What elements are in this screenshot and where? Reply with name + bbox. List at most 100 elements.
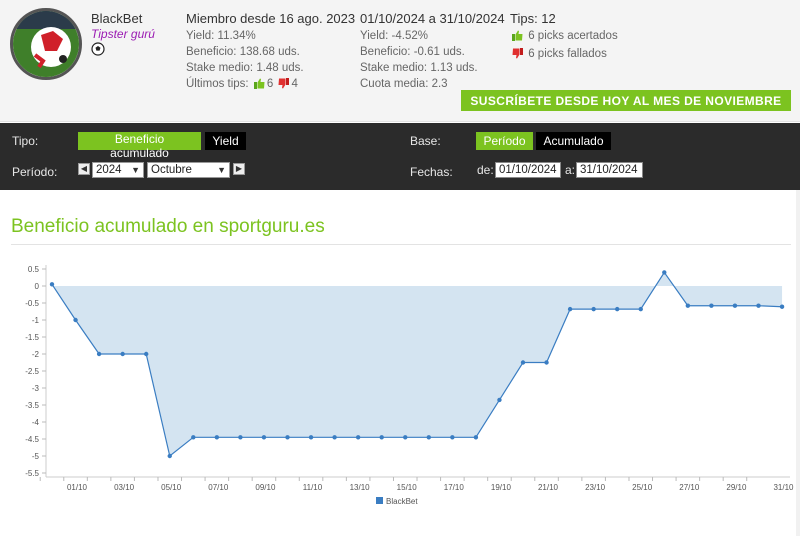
y-tick-label: -5: [32, 452, 40, 461]
x-tick-label: 29/10: [726, 483, 747, 492]
tipo-label: Tipo:: [12, 134, 39, 148]
data-point[interactable]: [591, 306, 596, 312]
data-point[interactable]: [473, 435, 479, 440]
data-point[interactable]: [144, 351, 149, 357]
base-label: Base:: [410, 134, 441, 148]
data-point[interactable]: [238, 435, 243, 440]
data-point[interactable]: [520, 360, 526, 365]
data-point[interactable]: [403, 435, 408, 440]
x-tick-label: 01/10: [67, 483, 88, 492]
data-point[interactable]: [685, 303, 691, 308]
data-point[interactable]: [426, 435, 431, 440]
data-point[interactable]: [450, 435, 455, 440]
divider: [11, 244, 791, 245]
data-point[interactable]: [285, 435, 290, 440]
month-value: Octubre: [151, 164, 192, 176]
data-point[interactable]: [308, 435, 314, 440]
data-point[interactable]: [638, 306, 643, 312]
overall-stats: Miembro desde 16 ago. 2023 Yield: 11.34%…: [186, 11, 355, 94]
data-point[interactable]: [379, 435, 384, 440]
y-tick-label: 0: [35, 282, 40, 291]
thumbs-down-icon: [512, 48, 523, 64]
data-point[interactable]: [191, 435, 196, 440]
data-point[interactable]: [544, 360, 549, 365]
date-to-input[interactable]: 31/10/2024: [576, 162, 643, 178]
chart-legend[interactable]: BlackBet: [376, 497, 418, 506]
base-periodo-button[interactable]: Período: [476, 132, 533, 150]
overall-yield: Yield: 11.34%: [186, 30, 256, 42]
data-point[interactable]: [96, 351, 102, 357]
last-tips-label: Últimos tips:: [186, 78, 249, 90]
series-area: [52, 272, 783, 456]
data-point[interactable]: [497, 397, 502, 403]
fechas-label: Fechas:: [410, 165, 453, 179]
data-point[interactable]: [214, 435, 220, 440]
month-select[interactable]: Octubre ▼: [147, 162, 230, 178]
x-tick-label: 03/10: [114, 483, 135, 492]
data-point[interactable]: [732, 303, 738, 308]
next-month-icon[interactable]: ▶: [233, 163, 245, 175]
x-tick-label: 27/10: [679, 483, 700, 492]
data-point[interactable]: [779, 304, 785, 309]
y-tick-label: -2.5: [25, 367, 39, 376]
overall-profit: Beneficio: 138.68 uds.: [186, 46, 300, 58]
y-tick-label: -4: [32, 418, 40, 427]
data-point[interactable]: [567, 306, 573, 312]
x-tick-label: 13/10: [350, 483, 371, 492]
year-select[interactable]: 2024 ▼: [92, 162, 144, 178]
x-tick-label: 05/10: [161, 483, 182, 492]
chevron-down-icon: ▼: [217, 165, 226, 175]
data-point[interactable]: [49, 282, 55, 287]
chart-filters: Tipo: Beneficio acumulado Yield Base: Pe…: [0, 123, 800, 190]
tipo-beneficio-acumulado-button[interactable]: Beneficio acumulado: [78, 132, 201, 160]
data-point[interactable]: [332, 435, 337, 440]
last-tips-won: 6: [266, 78, 274, 90]
tips-summary: Tips: 12 6 picks acertados 6 picks falla…: [510, 11, 618, 64]
soccer-ball-icon: [91, 42, 105, 61]
scrollbar-track[interactable]: [796, 190, 800, 536]
x-tick-label: 07/10: [208, 483, 229, 492]
thumbs-up-icon: [512, 30, 523, 46]
tipster-role: Tipster gurú: [91, 27, 155, 41]
x-tick-label: 21/10: [538, 483, 559, 492]
y-tick-label: -3.5: [25, 401, 39, 410]
y-tick-label: -5.5: [25, 469, 39, 478]
data-point[interactable]: [355, 435, 361, 440]
data-point[interactable]: [167, 453, 172, 459]
soccer-ball-avatar-image: [13, 11, 79, 77]
y-axis: 0.5 0 -0.5 -1 -1.5 -2 -2.5 -3 -3.5 -4 -4.5 -5 -5.5: [25, 265, 47, 478]
period-yield: Yield: -4.52%: [360, 30, 428, 42]
data-point[interactable]: [709, 303, 714, 308]
from-label: de:: [477, 163, 494, 177]
data-point[interactable]: [615, 306, 620, 312]
x-tick-label: 11/10: [303, 483, 323, 492]
avatar[interactable]: [10, 8, 82, 80]
tips-lost: 6 picks fallados: [528, 48, 607, 60]
x-tick-label: 31/10: [773, 483, 794, 492]
data-point[interactable]: [756, 303, 761, 308]
data-point[interactable]: [120, 351, 125, 357]
date-from-input[interactable]: 01/10/2024: [495, 162, 561, 178]
member-since: Miembro desde 16 ago. 2023: [186, 11, 356, 26]
x-tick-label: 17/10: [444, 483, 465, 492]
tipo-yield-button[interactable]: Yield: [205, 132, 246, 150]
legend-label[interactable]: BlackBet: [386, 497, 418, 506]
y-tick-label: -0.5: [25, 299, 39, 308]
data-point[interactable]: [662, 270, 667, 275]
tipster-name[interactable]: BlackBet: [91, 11, 142, 26]
y-tick-label: -2: [32, 350, 40, 359]
period-stats: 01/10/2024 a 31/10/2024 Yield: -4.52% Be…: [360, 11, 505, 92]
series-blackbet: [49, 270, 785, 459]
previous-month-icon[interactable]: ◀: [78, 163, 90, 175]
base-acumulado-button[interactable]: Acumulado: [536, 132, 611, 150]
x-tick-label: 23/10: [585, 483, 606, 492]
tips-total: Tips: 12: [510, 11, 556, 26]
legend-swatch[interactable]: [376, 497, 383, 504]
thumbs-down-icon: [278, 78, 290, 94]
tips-won: 6 picks acertados: [528, 30, 618, 42]
data-point[interactable]: [73, 317, 78, 323]
data-point[interactable]: [261, 435, 267, 440]
period-range: 01/10/2024 a 31/10/2024: [360, 11, 505, 26]
subscribe-button[interactable]: SUSCRÍBETE DESDE HOY AL MES DE NOVIEMBRE: [461, 90, 791, 111]
thumbs-up-icon: [253, 78, 265, 94]
